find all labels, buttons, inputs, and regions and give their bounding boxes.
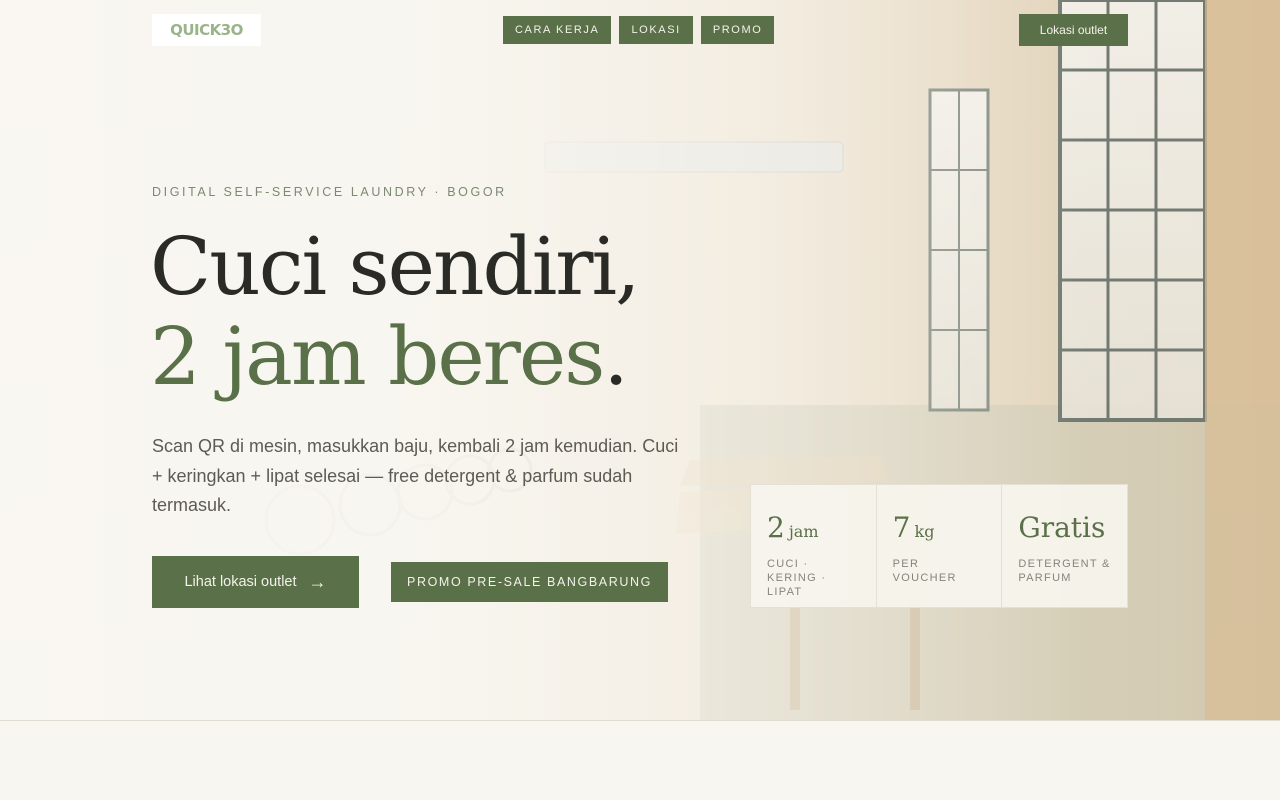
stats-card: 2 jam CUCI · KERING · LIPAT 7 kg PER VOUCH… [750,484,1128,608]
logo[interactable]: QUICK3O [152,14,261,46]
stat-free: Gratis DETERGENT & PARFUM [1002,485,1127,607]
cta-primary-label: Lihat lokasi outlet [184,574,297,590]
promo-presale-button[interactable]: PROMO PRE-SALE BANGBARUNG [391,562,668,602]
headline-accent: 2 jam beres [150,310,605,403]
main-nav: CARA KERJA LOKASI PROMO [503,16,775,44]
hero-description: Scan QR di mesin, masukkan baju, kembali… [152,436,679,515]
nav-promo[interactable]: PROMO [700,16,775,44]
stat-label: CUCI · KERING · LIPAT [767,558,827,598]
outlet-location-button[interactable]: Lokasi outlet [1019,14,1128,46]
nav-lokasi[interactable]: LOKASI [619,16,693,44]
stat-duration: 2 jam CUCI · KERING · LIPAT [751,485,877,607]
stat-unit: kg [914,522,935,541]
hero-eyebrow: DIGITAL SELF-SERVICE LAUNDRY · BOGOR [152,185,507,199]
stat-label: PER VOUCHER [892,558,957,584]
see-outlet-locations-button[interactable]: Lihat lokasi outlet → [152,556,359,608]
stat-value: 2 [767,511,785,544]
stat-label: DETERGENT & PARFUM [1018,558,1111,584]
stat-unit: jam [788,522,819,541]
stat-value: Gratis [1018,511,1106,544]
headline-period: . [603,310,628,403]
hero-headline: Cuci sendiri, 2 jam beres. [150,220,641,403]
next-section [0,721,1280,800]
logo-text: QUICK3O [170,21,243,39]
headline-line-1: Cuci sendiri, [150,220,641,313]
stat-value: 7 [892,511,911,544]
stat-weight: 7 kg PER VOUCHER [877,485,1003,607]
arrow-right-icon: → [308,571,327,592]
nav-cara-kerja[interactable]: CARA KERJA [503,16,612,44]
